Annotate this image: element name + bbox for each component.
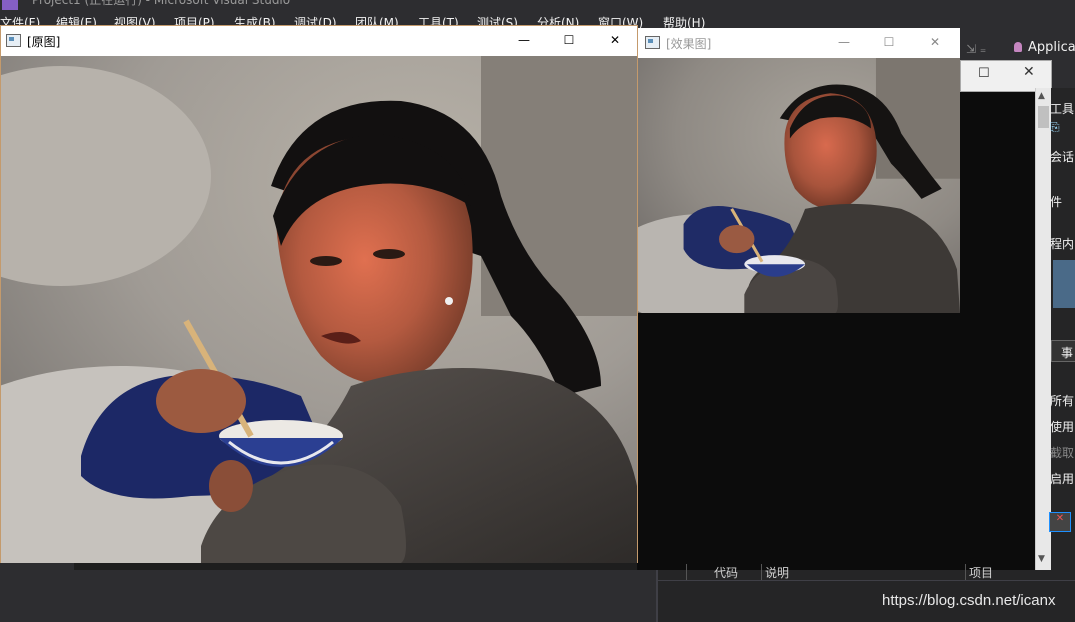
original-image-window[interactable]: [原图] — ☐ ✕	[0, 25, 638, 563]
toolbar-pin-icon[interactable]: ⇲ ₌	[966, 42, 986, 56]
panel-label-capture: 截取	[1050, 446, 1075, 460]
error-list-header: 代码 说明 项目	[658, 564, 1075, 581]
maximize-icon[interactable]: ☐	[879, 32, 899, 52]
vs-editor-bottom-edge	[74, 562, 637, 570]
opencv-window-icon	[645, 36, 660, 49]
console-maximize-icon[interactable]: ☐	[978, 66, 990, 81]
original-window-titlebar[interactable]: [原图] — ☐ ✕	[1, 26, 637, 56]
vs-window-title: Project1 (正在运行) - Microsoft Visual Studi…	[32, 0, 291, 7]
panel-label-enable: 启用	[1050, 472, 1075, 486]
effect-window-titlebar[interactable]: [效果图] — ☐ ✕	[638, 28, 960, 58]
debug-filter-icon[interactable]: ✕	[1049, 512, 1071, 532]
vs-logo-icon	[2, 0, 18, 10]
console-scrollbar[interactable]: ▲ ▼	[1035, 88, 1051, 570]
application-insights-label: Applica	[1028, 40, 1075, 55]
vs-splitter[interactable]	[637, 570, 657, 622]
panel-label-item: 件	[1050, 195, 1063, 209]
effect-image	[638, 58, 960, 313]
opencv-window-icon	[6, 34, 21, 47]
application-insights-button[interactable]: Applica	[1014, 40, 1075, 55]
vs-bottom-area	[0, 562, 637, 622]
panel-export-icon[interactable]: ⎘	[1050, 120, 1060, 135]
effect-window-title: [效果图]	[666, 37, 712, 51]
column-code[interactable]: 代码	[714, 564, 738, 581]
column-project[interactable]: 项目	[969, 564, 993, 581]
close-icon[interactable]: ✕	[605, 30, 625, 50]
close-icon[interactable]: ✕	[925, 32, 945, 52]
maximize-icon[interactable]: ☐	[559, 30, 579, 50]
scroll-down-icon[interactable]: ▼	[1038, 554, 1045, 564]
panel-preview-graph	[1053, 260, 1075, 308]
column-separator[interactable]	[761, 564, 762, 580]
original-window-title: [原图]	[27, 35, 61, 49]
panel-label-event: 事	[1061, 346, 1074, 360]
minimize-icon[interactable]: —	[514, 30, 534, 50]
minimize-icon[interactable]: —	[834, 32, 854, 52]
panel-label-session: 会话	[1050, 150, 1075, 164]
scroll-up-icon[interactable]: ▲	[1038, 91, 1045, 101]
scrollbar-thumb[interactable]	[1038, 106, 1049, 128]
vs-right-panel: ▲ ▼ 工具 ⎘ 会话 件 程内 事 所有 使用 截取 启用 ✕	[1035, 88, 1075, 570]
effect-image-window[interactable]: [效果图] — ☐ ✕	[638, 28, 960, 313]
column-separator[interactable]	[965, 564, 966, 580]
column-separator[interactable]	[686, 564, 687, 580]
panel-label-tools: 工具	[1050, 102, 1075, 116]
panel-label-process: 程内	[1050, 237, 1075, 251]
watermark: https://blog.csdn.net/icanx	[882, 592, 1056, 609]
lightbulb-icon	[1014, 42, 1022, 52]
original-image	[1, 56, 637, 563]
panel-label-all: 所有	[1050, 394, 1075, 408]
vs-menubar: Project1 (正在运行) - Microsoft Visual Studi…	[0, 0, 1075, 30]
panel-label-use: 使用	[1050, 420, 1075, 434]
column-description[interactable]: 说明	[765, 564, 789, 581]
console-close-icon[interactable]: ✕	[1023, 64, 1035, 80]
